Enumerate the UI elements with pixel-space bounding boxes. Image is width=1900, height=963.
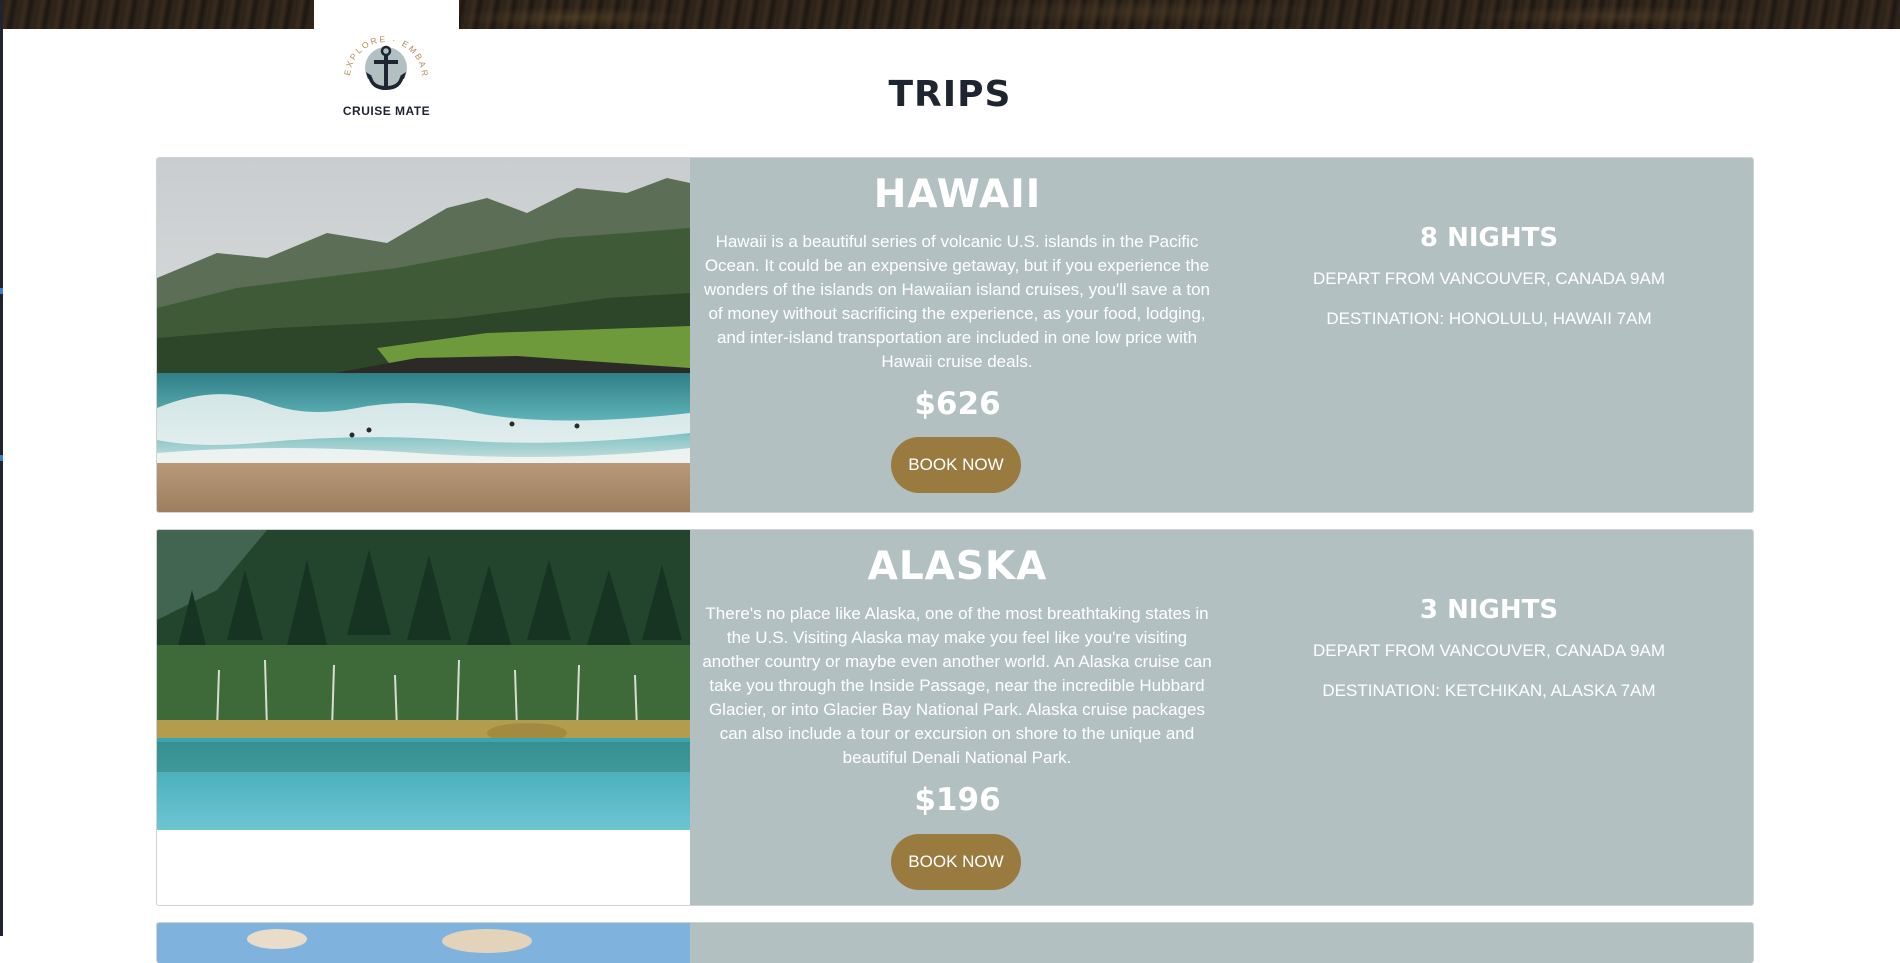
hero-image xyxy=(3,0,1900,29)
trip-card-next xyxy=(156,922,1754,963)
trip-price: $626 xyxy=(914,386,1001,422)
trip-card-hawaii: HAWAII Hawaii is a beautiful series of v… xyxy=(156,157,1754,513)
book-now-button[interactable]: BOOK NOW xyxy=(891,834,1021,890)
edge-marker xyxy=(0,455,3,461)
trip-description: Hawaii is a beautiful series of volcanic… xyxy=(704,232,1210,371)
trip-info-panel: ALASKA There's no place like Alaska, one… xyxy=(690,530,1753,905)
trip-price: $196 xyxy=(914,782,1001,818)
trip-departure: DEPART FROM VANCOUVER, CANADA 9AM xyxy=(1312,269,1666,288)
trip-name: HAWAII xyxy=(873,172,1042,217)
trip-destination: DESTINATION: HONOLULU, HAWAII 7AM xyxy=(1326,309,1652,328)
trip-nights: 8 NIGHTS xyxy=(1419,223,1559,253)
page-title: TRIPS xyxy=(888,74,1012,115)
trip-departure: DEPART FROM VANCOUVER, CANADA 9AM xyxy=(1312,641,1666,660)
trip-description: There's no place like Alaska, one of the… xyxy=(702,604,1212,767)
trip-nights: 3 NIGHTS xyxy=(1419,595,1559,625)
trip-info-panel xyxy=(690,923,1753,963)
window-left-edge xyxy=(0,0,3,936)
alaska-forest-lake-photo xyxy=(157,530,690,830)
next-trip-photo xyxy=(157,923,690,963)
trip-card-alaska: ALASKA There's no place like Alaska, one… xyxy=(156,529,1754,906)
trip-destination: DESTINATION: KETCHIKAN, ALASKA 7AM xyxy=(1322,681,1656,700)
trip-info-panel: HAWAII Hawaii is a beautiful series of v… xyxy=(690,158,1753,512)
trip-name: ALASKA xyxy=(867,544,1048,589)
edge-marker xyxy=(0,288,3,294)
hawaii-beach-mountains-photo xyxy=(157,158,690,512)
book-now-button[interactable]: BOOK NOW xyxy=(891,437,1021,493)
